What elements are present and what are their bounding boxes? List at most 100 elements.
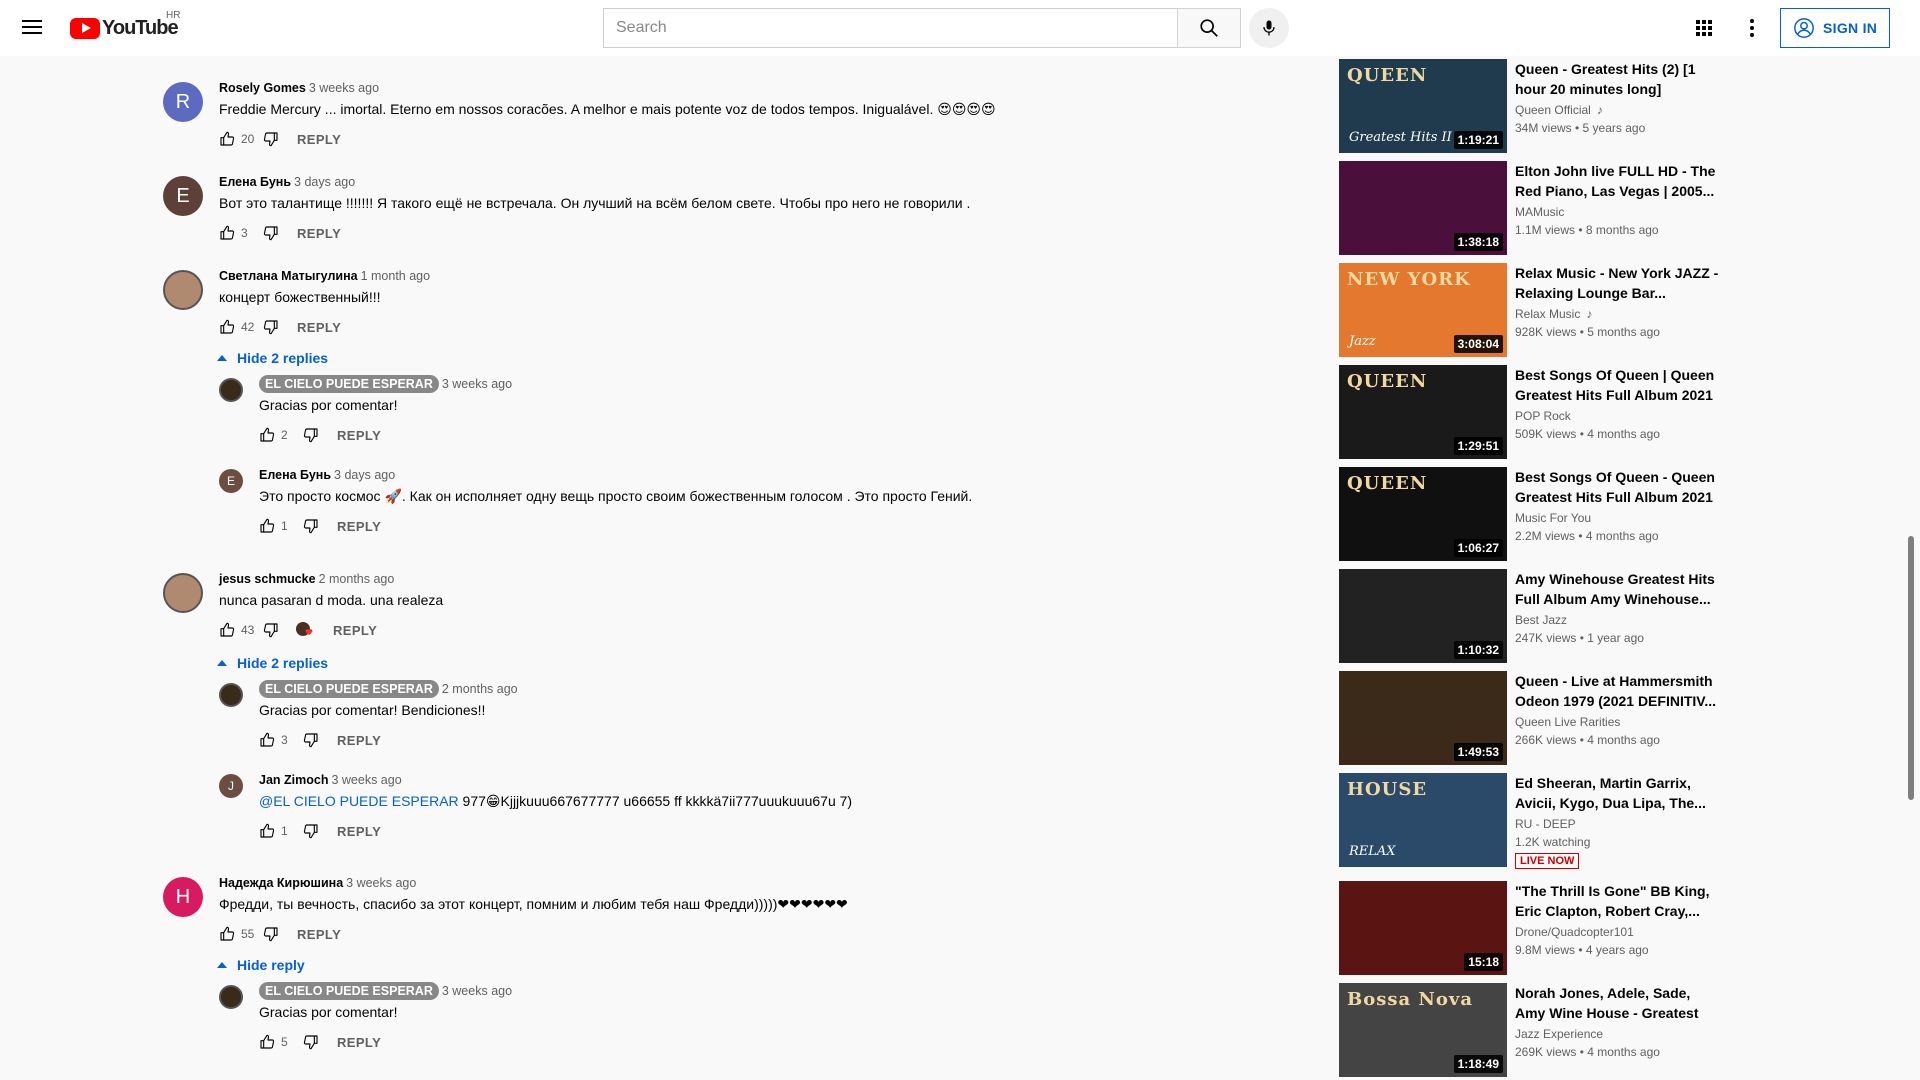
channel-name[interactable]: Queen Live Rarities — [1515, 715, 1620, 729]
reply-button[interactable]: REPLY — [297, 226, 341, 241]
channel-name[interactable]: Drone/Quadcopter101 — [1515, 925, 1634, 939]
avatar[interactable]: R — [163, 82, 203, 122]
apps-icon[interactable] — [1692, 16, 1716, 40]
author-name[interactable]: Jan Zimoch — [259, 773, 328, 787]
video-thumbnail[interactable]: 1:10:32 — [1339, 569, 1507, 663]
video-thumbnail[interactable]: Bossa Nova 1:18:49 — [1339, 983, 1507, 1077]
video-title[interactable]: Queen - Live at Hammersmith Odeon 1979 (… — [1515, 671, 1720, 711]
page-scrollbar[interactable] — [1908, 536, 1914, 800]
dislike-icon[interactable] — [263, 622, 279, 638]
channel-name[interactable]: POP Rock — [1515, 409, 1571, 423]
recommendation-card[interactable]: QUEEN 1:29:51 Best Songs Of Queen | Queen … — [1339, 365, 1719, 459]
video-thumbnail[interactable]: 1:49:53 — [1339, 671, 1507, 765]
video-title[interactable]: Ed Sheeran, Martin Garrix, Avicii, Kygo,… — [1515, 773, 1720, 813]
avatar[interactable]: E — [219, 469, 243, 493]
author-name[interactable]: EL CIELO PUEDE ESPERAR — [259, 375, 439, 393]
video-thumbnail[interactable]: HOUSE RELAX — [1339, 773, 1507, 867]
video-thumbnail[interactable]: NEW YORK Jazz 3:08:04 — [1339, 263, 1507, 357]
search-button[interactable] — [1177, 8, 1241, 48]
video-thumbnail[interactable]: 15:18 — [1339, 881, 1507, 975]
video-title[interactable]: Queen - Greatest Hits (2) [1 hour 20 min… — [1515, 59, 1720, 99]
reply-button[interactable]: REPLY — [297, 927, 341, 942]
recommendation-card[interactable]: HOUSE RELAX Ed Sheeran, Martin Garrix, Avi… — [1339, 773, 1720, 869]
comment-time[interactable]: 3 weeks ago — [442, 984, 512, 998]
like-icon[interactable] — [219, 622, 235, 638]
like-icon[interactable] — [219, 131, 235, 147]
like-icon[interactable] — [219, 319, 235, 335]
dislike-icon[interactable] — [263, 319, 279, 335]
dislike-icon[interactable] — [303, 732, 319, 748]
reply-button[interactable]: REPLY — [337, 733, 381, 748]
author-name[interactable]: Светлана Матыгулина — [219, 269, 358, 283]
hide-replies-button[interactable]: Hide reply — [217, 957, 305, 973]
recommendation-card[interactable]: Bossa Nova 1:18:49 Norah Jones, Adele, Sad… — [1339, 983, 1719, 1077]
comment-time[interactable]: 3 days ago — [334, 468, 395, 482]
reply-button[interactable]: REPLY — [337, 428, 381, 443]
reply-button[interactable]: REPLY — [337, 824, 381, 839]
reply-button[interactable]: REPLY — [337, 519, 381, 534]
hide-replies-button[interactable]: Hide 2 replies — [217, 655, 328, 671]
recommendation-card[interactable]: 15:18 "The Thrill Is Gone" BB King, Eric … — [1339, 881, 1719, 975]
author-name[interactable]: EL CIELO PUEDE ESPERAR — [259, 680, 439, 698]
reply-button[interactable]: REPLY — [297, 132, 341, 147]
comment-time[interactable]: 3 weeks ago — [346, 876, 416, 890]
more-options-icon[interactable] — [1740, 16, 1764, 40]
avatar[interactable]: J — [219, 774, 243, 798]
dislike-icon[interactable] — [303, 427, 319, 443]
like-icon[interactable] — [259, 427, 275, 443]
author-name[interactable]: jesus schmucke — [219, 572, 316, 586]
recommendation-card[interactable]: NEW YORK Jazz 3:08:04 Relax Music - New Yor… — [1339, 263, 1719, 357]
video-title[interactable]: Norah Jones, Adele, Sade, Amy Wine House… — [1515, 983, 1720, 1023]
video-title[interactable]: Relax Music - New York JAZZ - Relaxing L… — [1515, 263, 1720, 303]
video-title[interactable]: Amy Winehouse Greatest Hits Full Album A… — [1515, 569, 1720, 609]
avatar[interactable] — [163, 573, 203, 613]
reply-button[interactable]: REPLY — [337, 1035, 381, 1050]
recommendation-card[interactable]: QUEEN Greatest Hits II 1:19:21 Queen - Grea… — [1339, 59, 1719, 153]
dislike-icon[interactable] — [303, 518, 319, 534]
channel-name[interactable]: Relax Music ♪ — [1515, 307, 1592, 321]
avatar[interactable] — [163, 270, 203, 310]
channel-name[interactable]: Best Jazz — [1515, 613, 1567, 627]
author-name[interactable]: Rosely Gomes — [219, 81, 306, 95]
search-input[interactable]: Search — [603, 8, 1180, 48]
comment-time[interactable]: 1 month ago — [361, 269, 431, 283]
recommendation-card[interactable]: QUEEN 1:06:27 Best Songs Of Queen - Queen … — [1339, 467, 1719, 561]
author-name[interactable]: Надежда Кирюшина — [219, 876, 343, 890]
avatar[interactable] — [219, 683, 243, 707]
channel-name[interactable]: Jazz Experience — [1515, 1027, 1603, 1041]
like-icon[interactable] — [259, 518, 275, 534]
youtube-logo[interactable]: YouTube — [70, 15, 179, 41]
menu-icon[interactable] — [20, 16, 44, 40]
video-thumbnail[interactable]: 1:38:18 — [1339, 161, 1507, 255]
channel-name[interactable]: MAMusic — [1515, 205, 1564, 219]
video-thumbnail[interactable]: QUEEN 1:06:27 — [1339, 467, 1507, 561]
video-title[interactable]: Elton John live FULL HD - The Red Piano,… — [1515, 161, 1720, 201]
channel-name[interactable]: Music For You — [1515, 511, 1591, 525]
recommendation-card[interactable]: 1:10:32 Amy Winehouse Greatest Hits Full … — [1339, 569, 1719, 663]
like-icon[interactable] — [219, 225, 235, 241]
dislike-icon[interactable] — [303, 823, 319, 839]
hide-replies-button[interactable]: Hide 2 replies — [217, 350, 328, 366]
channel-name[interactable]: Queen Official ♪ — [1515, 103, 1603, 117]
voice-search-button[interactable] — [1249, 8, 1289, 48]
like-icon[interactable] — [259, 732, 275, 748]
avatar[interactable] — [219, 378, 243, 402]
dislike-icon[interactable] — [263, 225, 279, 241]
comment-time[interactable]: 2 months ago — [442, 682, 518, 696]
avatar[interactable] — [219, 985, 243, 1009]
reply-button[interactable]: REPLY — [333, 623, 377, 638]
sign-in-button[interactable]: SIGN IN — [1780, 8, 1890, 48]
recommendation-card[interactable]: 1:38:18 Elton John live FULL HD - The Red… — [1339, 161, 1719, 255]
comment-time[interactable]: 3 weeks ago — [309, 81, 379, 95]
video-title[interactable]: Best Songs Of Queen - Queen Greatest Hit… — [1515, 467, 1720, 507]
like-icon[interactable] — [259, 823, 275, 839]
mention-link[interactable]: @EL CIELO PUEDE ESPERAR — [259, 793, 459, 809]
dislike-icon[interactable] — [303, 1034, 319, 1050]
dislike-icon[interactable] — [263, 926, 279, 942]
author-name[interactable]: Елена Бунь — [259, 468, 331, 482]
comment-time[interactable]: 3 weeks ago — [442, 377, 512, 391]
avatar[interactable]: H — [163, 877, 203, 917]
author-name[interactable]: Елена Бунь — [219, 175, 291, 189]
like-icon[interactable] — [259, 1034, 275, 1050]
recommendation-card[interactable]: 1:49:53 Queen - Live at Hammersmith Odeon… — [1339, 671, 1719, 765]
